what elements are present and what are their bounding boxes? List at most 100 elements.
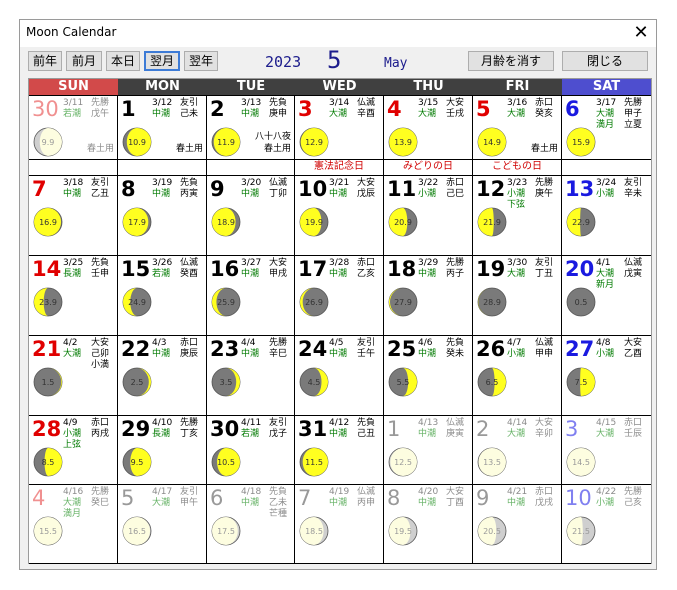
kanshi-label: 甲申 xyxy=(535,349,554,359)
day-cell[interactable]: 20 4/1 仏滅 大潮 戊寅 0.5 新月 xyxy=(562,256,650,335)
tide-label: 中潮 xyxy=(329,189,348,199)
day-cell[interactable]: 9 4/21 赤口 中潮 戊戌 20.5 xyxy=(473,485,561,563)
day-cell[interactable]: 4 4/16 先勝 大潮 癸巳 15.5 満月 xyxy=(29,485,117,563)
tide-label: 中潮 xyxy=(241,269,260,279)
day-cell[interactable]: 9 3/20 仏滅 中潮 丁卯 18.9 xyxy=(207,176,294,255)
moon-phase-icon: 9.9 xyxy=(33,127,63,157)
prev-year-button[interactable]: 前年 xyxy=(28,51,62,71)
moon-age-text: 3.5 xyxy=(220,378,233,387)
day-cell[interactable]: 12 3/23 先勝 小潮 庚午 21.9 下弦 xyxy=(473,176,561,255)
tide-label: 大潮 xyxy=(596,109,615,119)
kanshi-label: 丙寅 xyxy=(180,189,199,199)
lunar-date: 3/22 xyxy=(418,178,439,188)
tide-label: 大潮 xyxy=(63,349,82,359)
day-cell[interactable]: 5 3/16 赤口 大潮 癸亥 14.9 春土用 xyxy=(473,96,561,159)
lunar-date: 4/20 xyxy=(418,487,439,497)
hide-moon-age-button[interactable]: 月齢を消す xyxy=(468,51,554,71)
lunar-date: 4/6 xyxy=(418,338,433,348)
day-cell[interactable]: 13 3/24 友引 小潮 辛未 22.9 xyxy=(562,176,650,255)
weekday-header-sat: SAT xyxy=(562,79,651,95)
moon-phase-icon: 10.5 xyxy=(211,447,241,477)
kanshi-label: 甲子 xyxy=(624,109,643,119)
day-number: 17 xyxy=(298,257,328,281)
day-cell[interactable]: 16 3/27 大安 中潮 甲戌 25.9 xyxy=(207,256,294,335)
day-cell[interactable]: 28 4/9 赤口 小潮 丙戌 8.5 上弦 xyxy=(29,416,117,484)
day-cell[interactable]: 21 4/2 大安 大潮 己卯 1.5 小満 xyxy=(29,336,117,415)
tide-label: 大潮 xyxy=(63,498,82,508)
lunar-date: 3/24 xyxy=(596,178,617,188)
today-button[interactable]: 本日 xyxy=(106,51,140,71)
day-cell[interactable]: 22 4/3 赤口 中潮 庚辰 2.5 xyxy=(118,336,206,415)
year-label: 2023 xyxy=(265,53,302,71)
lunar-date: 4/17 xyxy=(152,487,173,497)
tide-label: 中潮 xyxy=(152,189,171,199)
holiday-label: みどりの日 xyxy=(403,161,453,172)
day-cell[interactable]: 24 4/5 友引 中潮 壬午 4.5 xyxy=(295,336,383,415)
day-cell[interactable]: 7 4/19 仏滅 中潮 丙申 18.5 xyxy=(295,485,383,563)
tide-label: 中潮 xyxy=(329,349,348,359)
next-year-button[interactable]: 翌年 xyxy=(184,51,218,71)
day-cell[interactable]: 23 4/4 先勝 中潮 辛巳 3.5 xyxy=(207,336,294,415)
day-cell[interactable]: 14 3/25 先負 長潮 壬申 23.9 xyxy=(29,256,117,335)
tide-label: 小潮 xyxy=(596,498,615,508)
day-cell[interactable]: 1 4/13 仏滅 中潮 庚寅 12.5 xyxy=(384,416,472,484)
day-cell[interactable]: 10 3/21 大安 中潮 戊辰 19.9 xyxy=(295,176,383,255)
day-cell[interactable]: 18 3/29 先勝 中潮 丙子 27.9 xyxy=(384,256,472,335)
day-number: 9 xyxy=(210,177,225,201)
kanshi-label: 丁亥 xyxy=(180,429,199,439)
day-cell[interactable]: 5 4/17 友引 大潮 甲午 16.5 xyxy=(118,485,206,563)
kanshi-label: 乙未 xyxy=(269,498,288,508)
day-cell[interactable]: 2 4/14 大安 大潮 辛卯 13.5 xyxy=(473,416,561,484)
moon-phase-icon: 11.9 xyxy=(211,127,241,157)
day-cell[interactable]: 4 3/15 大安 大潮 壬戌 13.9 xyxy=(384,96,472,159)
day-cell[interactable]: 7 3/18 友引 中潮 乙丑 16.9 xyxy=(29,176,117,255)
moon-phase-icon: 17.5 xyxy=(211,516,241,546)
day-cell[interactable]: 30 3/11 先勝 若潮 戊午 9.9 春土用 xyxy=(29,96,117,159)
prev-month-button[interactable]: 前月 xyxy=(66,51,102,71)
lunar-date: 4/14 xyxy=(507,418,528,428)
kanshi-label: 丁酉 xyxy=(446,498,465,508)
lunar-date: 3/21 xyxy=(329,178,350,188)
day-cell[interactable]: 6 4/18 先負 中潮 乙未 17.5 芒種 xyxy=(207,485,294,563)
tide-label: 大潮 xyxy=(596,269,615,279)
moon-age-text: 17.9 xyxy=(128,218,146,227)
day-cell[interactable]: 30 4/11 友引 若潮 戊子 10.5 xyxy=(207,416,294,484)
day-cell[interactable]: 2 3/13 先負 中潮 庚申 11.9 八十八夜 春土用 xyxy=(207,96,294,159)
lunar-date: 3/13 xyxy=(241,98,262,108)
day-cell[interactable]: 31 4/12 先負 中潮 己丑 11.5 xyxy=(295,416,383,484)
moon-phase-icon: 10.9 xyxy=(122,127,152,157)
day-cell[interactable]: 1 3/12 友引 中潮 己未 10.9 春土用 xyxy=(118,96,206,159)
kanshi-label: 庚午 xyxy=(535,189,554,199)
cell-note: 下弦 xyxy=(507,200,526,210)
day-cell[interactable]: 17 3/28 赤口 中潮 乙亥 26.9 xyxy=(295,256,383,335)
day-cell[interactable]: 10 4/22 先勝 小潮 己亥 21.5 xyxy=(562,485,650,563)
day-cell[interactable]: 19 3/30 友引 大潮 丁丑 28.9 xyxy=(473,256,561,335)
day-cell[interactable]: 26 4/7 仏滅 小潮 甲申 6.5 xyxy=(473,336,561,415)
day-cell[interactable]: 27 4/8 大安 小潮 乙酉 7.5 xyxy=(562,336,650,415)
day-cell[interactable]: 29 4/10 先勝 長潮 丁亥 9.5 xyxy=(118,416,206,484)
day-cell[interactable]: 8 4/20 大安 中潮 丁酉 19.5 xyxy=(384,485,472,563)
day-cell[interactable]: 15 3/26 仏滅 若潮 癸酉 24.9 xyxy=(118,256,206,335)
close-button[interactable]: 閉じる xyxy=(562,51,648,71)
lunar-date: 3/16 xyxy=(507,98,528,108)
kanshi-label: 壬午 xyxy=(357,349,376,359)
tide-label: 若潮 xyxy=(152,269,171,279)
day-cell[interactable]: 8 3/19 先負 中潮 丙寅 17.9 xyxy=(118,176,206,255)
moon-phase-icon: 20.5 xyxy=(477,516,507,546)
moon-age-text: 18.9 xyxy=(217,218,235,227)
close-icon[interactable]: ✕ xyxy=(630,22,652,44)
kanshi-label: 戊辰 xyxy=(357,189,376,199)
day-cell[interactable]: 3 4/15 赤口 大潮 壬辰 14.5 xyxy=(562,416,650,484)
lunar-date: 4/13 xyxy=(418,418,439,428)
day-cell[interactable]: 3 3/14 仏滅 大潮 辛酉 12.9 xyxy=(295,96,383,159)
rokuyo-label: 大安 xyxy=(535,418,554,428)
day-cell[interactable]: 6 3/17 先勝 大潮 甲子 15.9 満月 立夏 xyxy=(562,96,650,159)
day-cell[interactable]: 25 4/6 先負 中潮 癸未 5.5 xyxy=(384,336,472,415)
moon-phase-icon: 18.9 xyxy=(211,207,241,237)
moon-age-text: 16.9 xyxy=(39,218,57,227)
weekday-header-tue: TUE xyxy=(207,79,295,95)
next-month-button[interactable]: 翌月 xyxy=(144,51,180,71)
day-cell[interactable]: 11 3/22 赤口 小潮 己巳 20.9 xyxy=(384,176,472,255)
lunar-date: 3/18 xyxy=(63,178,84,188)
rokuyo-label: 友引 xyxy=(357,338,376,348)
